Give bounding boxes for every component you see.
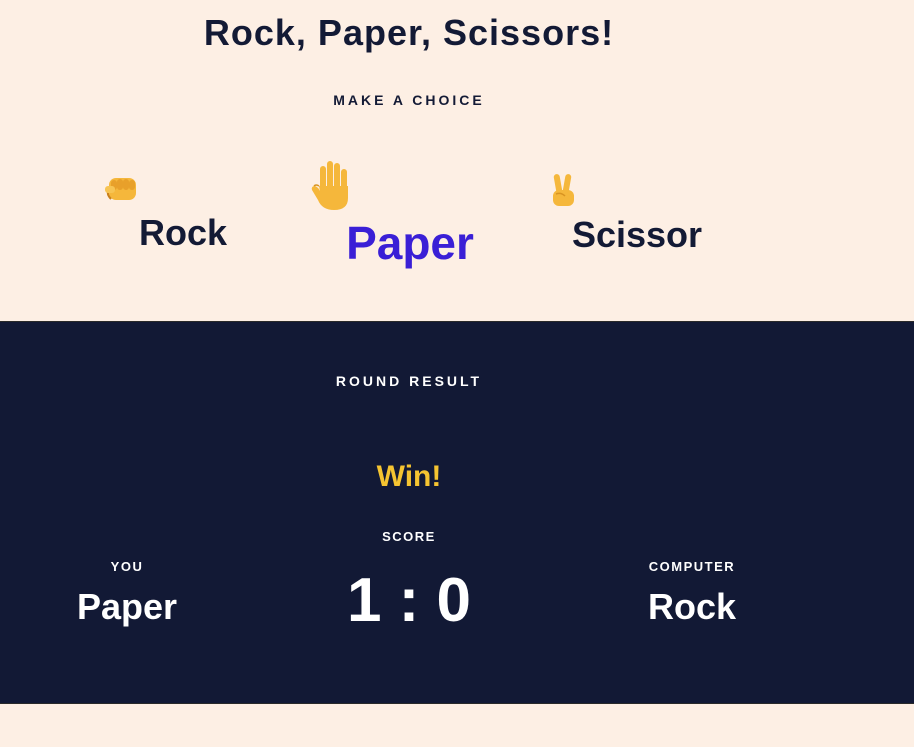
round-result-heading: ROUND RESULT [335,373,483,389]
player-pick: Paper [76,586,178,627]
page-title: Rock, Paper, Scissors! [203,12,615,53]
choice-paper-button[interactable]: Paper [310,160,510,270]
choice-rock-button[interactable]: Rock [103,172,263,254]
choice-rock-label: Rock [138,212,228,253]
choice-scissor-button[interactable]: Scissor [547,172,727,256]
make-choice-heading: MAKE A CHOICE [333,92,485,108]
player-result: YOU Paper [47,559,207,628]
computer-result: COMPUTER Rock [612,559,772,628]
hand-icon [310,160,510,212]
choice-scissor-label: Scissor [571,214,703,255]
computer-label: COMPUTER [648,559,736,574]
victory-hand-icon [547,172,727,208]
computer-pick: Rock [647,586,737,627]
fist-icon [103,172,263,206]
score-label: SCORE [382,529,436,544]
player-label: YOU [110,559,144,574]
choice-paper-label: Paper [346,217,474,269]
choice-section: Rock, Paper, Scissors! MAKE A CHOICE Roc… [0,0,914,321]
round-outcome: Win! [376,460,442,493]
result-section: ROUND RESULT Win! SCORE 1 : 0 YOU Paper … [0,321,914,704]
